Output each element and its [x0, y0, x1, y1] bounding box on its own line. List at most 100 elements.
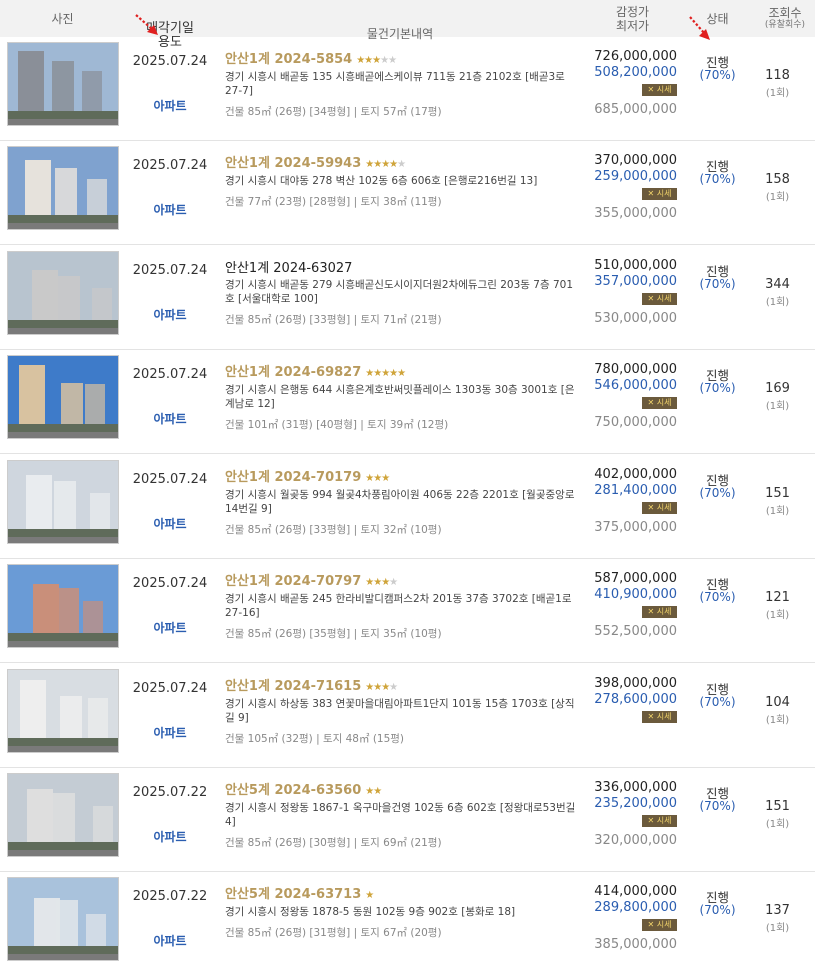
market-price-label: 시세: [656, 920, 672, 929]
table-row[interactable]: 2025.07.24 아파트 안산1계 2024-69827 ★★★★★ 경기 시…: [0, 350, 815, 454]
minimum-percent: (70%): [699, 68, 736, 82]
property-size: 건물 85㎡ (26평) [31평형] | 토지 67㎡ (20평): [225, 927, 442, 939]
property-photo[interactable]: [7, 251, 119, 335]
minimum-price: 259,000,000: [594, 169, 677, 184]
market-price-label: 시세: [656, 189, 672, 198]
property-photo[interactable]: [7, 564, 119, 648]
property-use[interactable]: 아파트: [125, 828, 215, 845]
case-number[interactable]: 안산1계 2024-70797: [225, 574, 361, 589]
market-price-label: 시세: [656, 503, 672, 512]
property-use[interactable]: 아파트: [125, 306, 215, 323]
previous-price: 552,500,000: [594, 624, 677, 639]
property-address: 경기 시흥시 은행동 644 시흥은계호반써밋플레이스 1303동 30층 30…: [225, 384, 575, 410]
view-count: 169: [765, 381, 790, 396]
previous-price: 355,000,000: [594, 206, 677, 221]
table-row[interactable]: 2025.07.24 아파트 안산1계 2024-70179 ★★★ 경기 시흥시…: [0, 455, 815, 559]
sale-date: 2025.07.24: [132, 681, 208, 696]
rating-stars-icon: ★★★★★: [356, 55, 397, 66]
property-address: 경기 시흥시 배곧동 245 한라비발디캠퍼스2차 201동 37층 3702호…: [225, 593, 572, 619]
previous-price: 750,000,000: [594, 415, 677, 430]
property-use[interactable]: 아파트: [125, 515, 215, 532]
property-use[interactable]: 아파트: [125, 932, 215, 949]
market-price-button[interactable]: ✕ 시세: [642, 293, 677, 305]
property-photo[interactable]: [7, 460, 119, 544]
coin-icon: ✕: [647, 503, 655, 512]
property-info: 안산5계 2024-63560 ★★ 경기 시흥시 정왕동 1867-1 옥구마을…: [225, 783, 580, 850]
case-number-link[interactable]: 안산1계 2024-59943 ★★★★★: [225, 156, 580, 173]
view-count: 118: [765, 68, 790, 83]
fail-count: (1회): [765, 506, 790, 517]
case-number-link[interactable]: 안산1계 2024-5854 ★★★★★: [225, 52, 580, 69]
property-photo[interactable]: [7, 669, 119, 753]
case-number-link[interactable]: 안산1계 2024-69827 ★★★★★: [225, 365, 580, 382]
property-photo[interactable]: [7, 355, 119, 439]
coin-icon: ✕: [647, 85, 655, 94]
property-size: 건물 101㎡ (31평) [40평형] | 토지 39㎡ (12평): [225, 419, 449, 431]
minimum-price: 357,000,000: [594, 274, 677, 289]
sale-date: 2025.07.24: [132, 54, 208, 69]
appraisal-price: 510,000,000: [594, 258, 677, 273]
property-use[interactable]: 아파트: [125, 97, 215, 114]
minimum-percent: (70%): [699, 277, 736, 291]
market-price-button[interactable]: ✕ 시세: [642, 188, 677, 200]
sale-date: 2025.07.24: [132, 158, 208, 173]
property-photo[interactable]: [7, 773, 119, 857]
rating-stars-icon: ★★★★★: [365, 159, 406, 170]
market-price-button[interactable]: ✕ 시세: [642, 606, 677, 618]
property-size: 건물 77㎡ (23평) [28평형] | 토지 38㎡ (11평): [225, 196, 442, 208]
case-number-link[interactable]: 안산5계 2024-63713 ★: [225, 887, 580, 904]
case-number[interactable]: 안산1계 2024-59943: [225, 156, 361, 171]
property-info: 안산1계 2024-63027 경기 시흥시 배곧동 279 시흥배곧신도시이지…: [225, 261, 580, 327]
case-number[interactable]: 안산1계 2024-63027: [225, 261, 352, 276]
minimum-price: 546,000,000: [594, 378, 677, 393]
property-info: 안산5계 2024-63713 ★ 경기 시흥시 정왕동 1878-5 동원 10…: [225, 887, 580, 940]
table-row[interactable]: 2025.07.22 아파트 안산5계 2024-63713 ★ 경기 시흥시 정…: [0, 872, 815, 965]
property-photo[interactable]: [7, 146, 119, 230]
case-number[interactable]: 안산1계 2024-69827: [225, 365, 361, 380]
fail-count: (1회): [765, 715, 790, 726]
property-use[interactable]: 아파트: [125, 410, 215, 427]
property-address: 경기 시흥시 정왕동 1867-1 옥구마을건영 102동 6층 602호 [정…: [225, 802, 576, 828]
property-photo[interactable]: [7, 42, 119, 126]
case-number-link[interactable]: 안산5계 2024-63560 ★★: [225, 783, 580, 800]
table-row[interactable]: 2025.07.24 아파트 안산1계 2024-63027 경기 시흥시 배곧…: [0, 246, 815, 350]
market-price-button[interactable]: ✕ 시세: [642, 397, 677, 409]
view-count: 344: [765, 277, 790, 292]
fail-count: (1회): [765, 88, 790, 99]
case-number[interactable]: 안산1계 2024-70179: [225, 470, 361, 485]
header-price[interactable]: 감정가 최저가: [585, 0, 680, 37]
case-number[interactable]: 안산1계 2024-71615: [225, 679, 361, 694]
header-views[interactable]: 조회수 (유찰회수): [755, 0, 815, 37]
case-number[interactable]: 안산1계 2024-5854: [225, 52, 352, 67]
case-number-link[interactable]: 안산1계 2024-70179 ★★★: [225, 470, 580, 487]
previous-price: 530,000,000: [594, 311, 677, 326]
case-number[interactable]: 안산5계 2024-63713: [225, 887, 361, 902]
case-number-link[interactable]: 안산1계 2024-70797 ★★★★: [225, 574, 580, 591]
header-appraisal-label: 감정가: [615, 4, 650, 19]
market-price-label: 시세: [656, 816, 672, 825]
case-number-link[interactable]: 안산1계 2024-63027: [225, 261, 580, 277]
table-row[interactable]: 2025.07.24 아파트 안산1계 2024-59943 ★★★★★ 경기 시…: [0, 141, 815, 245]
market-price-button[interactable]: ✕ 시세: [642, 502, 677, 514]
minimum-price: 508,200,000: [594, 65, 677, 80]
coin-icon: ✕: [647, 816, 655, 825]
minimum-price: 410,900,000: [594, 587, 677, 602]
property-use[interactable]: 아파트: [125, 201, 215, 218]
property-use[interactable]: 아파트: [125, 619, 215, 636]
minimum-price: 281,400,000: [594, 483, 677, 498]
minimum-price: 289,800,000: [594, 900, 677, 915]
market-price-button[interactable]: ✕ 시세: [642, 815, 677, 827]
property-photo[interactable]: [7, 877, 119, 961]
case-number-link[interactable]: 안산1계 2024-71615 ★★★★: [225, 679, 580, 696]
property-use[interactable]: 아파트: [125, 724, 215, 741]
table-row[interactable]: 2025.07.24 아파트 안산1계 2024-5854 ★★★★★ 경기 시흥…: [0, 37, 815, 141]
table-row[interactable]: 2025.07.24 아파트 안산1계 2024-71615 ★★★★ 경기 시흥…: [0, 664, 815, 768]
market-price-button[interactable]: ✕ 시세: [642, 711, 677, 723]
market-price-button[interactable]: ✕ 시세: [642, 919, 677, 931]
minimum-percent: (70%): [699, 799, 736, 813]
case-number[interactable]: 안산5계 2024-63560: [225, 783, 361, 798]
minimum-percent: (70%): [699, 381, 736, 395]
table-row[interactable]: 2025.07.22 아파트 안산5계 2024-63560 ★★ 경기 시흥시 …: [0, 768, 815, 872]
market-price-button[interactable]: ✕ 시세: [642, 84, 677, 96]
table-row[interactable]: 2025.07.24 아파트 안산1계 2024-70797 ★★★★ 경기 시흥…: [0, 559, 815, 663]
